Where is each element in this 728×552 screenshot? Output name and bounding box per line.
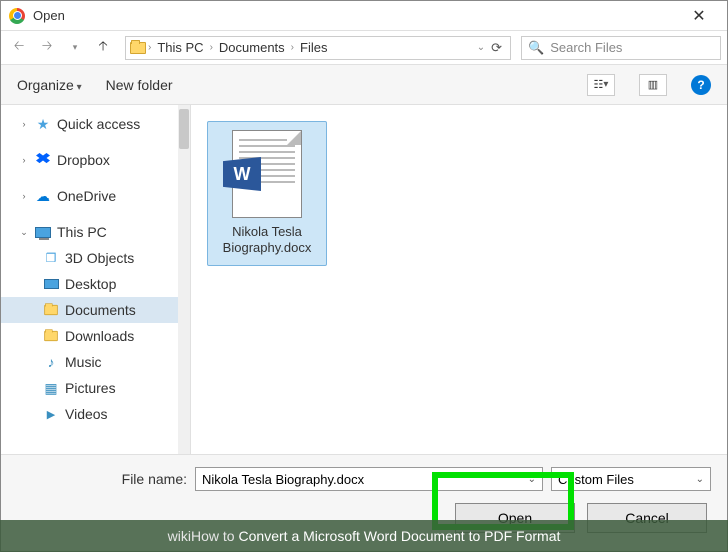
navigation-pane: › Quick access › Dropbox › OneDrive ⌄ Th…: [1, 105, 191, 454]
chevron-right-icon: ›: [19, 155, 29, 165]
refresh-icon[interactable]: ⟳: [487, 40, 506, 56]
folder-icon: [130, 42, 146, 54]
sidebar-item-quick-access[interactable]: › Quick access: [1, 111, 190, 137]
sidebar-item-downloads[interactable]: Downloads: [1, 323, 190, 349]
chevron-right-icon: ›: [148, 42, 151, 53]
dialog-body: › Quick access › Dropbox › OneDrive ⌄ Th…: [1, 105, 727, 454]
filename-label: File name:: [17, 471, 187, 487]
chevron-down-icon[interactable]: ⌄: [477, 42, 485, 53]
recent-dropdown[interactable]: ▾: [63, 36, 87, 60]
sidebar-item-3d-objects[interactable]: 3D Objects: [1, 245, 190, 271]
folder-icon: [44, 305, 58, 315]
sidebar-item-desktop[interactable]: Desktop: [1, 271, 190, 297]
pc-icon: [35, 227, 51, 238]
help-button[interactable]: ?: [691, 75, 711, 95]
file-item-selected[interactable]: W Nikola Tesla Biography.docx: [207, 121, 327, 266]
sidebar-item-onedrive[interactable]: › OneDrive: [1, 183, 190, 209]
sidebar-scrollbar[interactable]: [178, 105, 190, 454]
sidebar-item-pictures[interactable]: Pictures: [1, 375, 190, 401]
filetype-select[interactable]: Custom Files ⌄: [551, 467, 711, 491]
forward-button[interactable]: 🡢: [35, 36, 59, 60]
up-button[interactable]: 🡡: [91, 36, 115, 60]
sidebar-item-music[interactable]: Music: [1, 349, 190, 375]
chrome-icon: [9, 8, 25, 24]
search-icon: 🔍: [528, 40, 544, 56]
chevron-down-icon: ⌄: [19, 227, 29, 238]
chevron-right-icon: ›: [19, 191, 29, 201]
crumb-this-pc[interactable]: This PC: [153, 40, 207, 55]
sidebar-item-dropbox[interactable]: › Dropbox: [1, 147, 190, 173]
view-options-button[interactable]: ☷: [587, 74, 615, 96]
search-input[interactable]: 🔍 Search Files: [521, 36, 721, 60]
word-doc-icon: W: [232, 130, 302, 218]
chevron-right-icon: ›: [19, 119, 29, 129]
back-button[interactable]: 🡠: [7, 36, 31, 60]
folder-icon: [44, 331, 58, 341]
open-dialog: Open ✕ 🡠 🡢 ▾ 🡡 › This PC › Documents › F…: [0, 0, 728, 552]
sidebar-item-documents[interactable]: Documents: [1, 297, 190, 323]
dropbox-icon: [36, 153, 50, 167]
crumb-files[interactable]: Files: [296, 40, 331, 55]
navbar: 🡠 🡢 ▾ 🡡 › This PC › Documents › Files ⌄ …: [1, 31, 727, 65]
sidebar-item-videos[interactable]: Videos: [1, 401, 190, 427]
chevron-right-icon: ›: [291, 42, 294, 53]
onedrive-icon: [35, 188, 51, 204]
filename-input[interactable]: Nikola Tesla Biography.docx ⌄: [195, 467, 543, 491]
file-list[interactable]: W Nikola Tesla Biography.docx: [191, 105, 727, 454]
wikihow-caption: wikiHow to Convert a Microsoft Word Docu…: [0, 520, 728, 552]
window-title: Open: [33, 8, 679, 23]
desktop-icon: [44, 279, 59, 289]
new-folder-button[interactable]: New folder: [106, 77, 173, 93]
star-icon: [35, 116, 51, 132]
videos-icon: [43, 406, 59, 422]
pictures-icon: [43, 380, 59, 396]
close-button[interactable]: ✕: [679, 6, 719, 26]
preview-pane-button[interactable]: ▥: [639, 74, 667, 96]
sidebar-item-this-pc[interactable]: ⌄ This PC: [1, 219, 190, 245]
breadcrumb[interactable]: › This PC › Documents › Files ⌄ ⟳: [125, 36, 511, 60]
chevron-right-icon: ›: [210, 42, 213, 53]
chevron-down-icon: ⌄: [696, 474, 704, 485]
file-label: Nikola Tesla Biography.docx: [212, 224, 322, 257]
music-icon: [43, 354, 59, 370]
titlebar: Open ✕: [1, 1, 727, 31]
command-bar: Organize New folder ☷ ▥ ?: [1, 65, 727, 105]
chevron-down-icon[interactable]: ⌄: [528, 474, 536, 485]
crumb-documents[interactable]: Documents: [215, 40, 289, 55]
cube-icon: [43, 250, 59, 266]
organize-menu[interactable]: Organize: [17, 77, 82, 93]
